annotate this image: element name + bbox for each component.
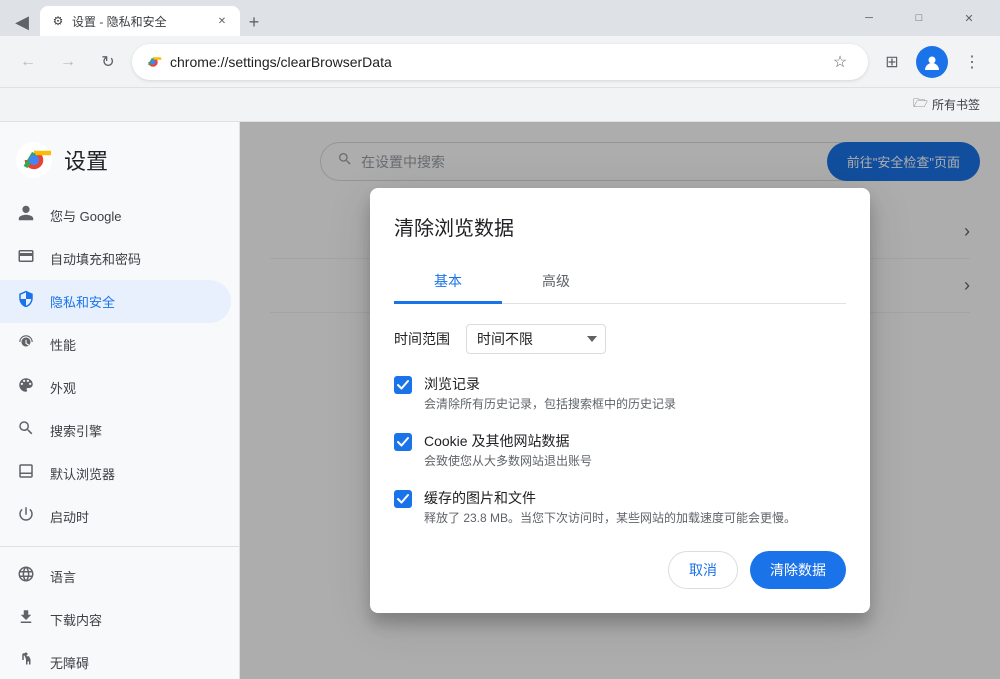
checkmark-icon	[397, 379, 409, 391]
person-icon	[16, 204, 36, 227]
address-input-wrap[interactable]: chrome://settings/clearBrowserData ☆	[132, 44, 868, 80]
address-right-icons: ☆	[824, 46, 856, 78]
page-content: 在设置中搜索 前往"安全检查"页面 › › 清除浏览数据	[240, 122, 1000, 679]
sidebar-label-privacy: 隐私和安全	[50, 292, 115, 311]
sidebar-label-startup: 启动时	[50, 507, 89, 526]
autofill-icon	[16, 247, 36, 270]
sidebar-item-accessibility[interactable]: 无障碍	[0, 641, 231, 679]
modal-title: 清除浏览数据	[394, 212, 846, 241]
bookmarks-label: 所有书签	[932, 96, 980, 113]
privacy-icon	[16, 290, 36, 313]
refresh-button[interactable]: ↻	[92, 46, 124, 78]
checkmark-icon-3	[397, 493, 409, 505]
tab-favicon: ⚙	[50, 13, 66, 29]
downloads-icon	[16, 608, 36, 631]
sidebar-label-google: 您与 Google	[50, 206, 122, 225]
language-icon	[16, 565, 36, 588]
chrome-logo	[16, 142, 52, 178]
sidebar-item-autofill[interactable]: 自动填充和密码	[0, 237, 231, 280]
clear-data-button[interactable]: 清除数据	[750, 551, 846, 589]
sidebar-label-performance: 性能	[50, 335, 76, 354]
sidebar: 设置 您与 Google 自动填充和密码 隐私和安全 性能	[0, 122, 240, 679]
sidebar-item-default-browser[interactable]: 默认浏览器	[0, 452, 231, 495]
cache-label: 缓存的图片和文件	[424, 488, 796, 508]
sidebar-label-downloads: 下载内容	[50, 610, 102, 629]
checkbox-cookies-check[interactable]	[394, 433, 412, 451]
sidebar-label-appearance: 外观	[50, 378, 76, 397]
back-button[interactable]: ←	[12, 46, 44, 78]
close-button[interactable]: ✕	[946, 3, 992, 33]
sidebar-item-downloads[interactable]: 下载内容	[0, 598, 231, 641]
active-tab[interactable]: ⚙ 设置 - 隐私和安全 ✕	[40, 6, 240, 36]
new-tab-button[interactable]: +	[240, 8, 268, 36]
chrome-logo-svg	[144, 53, 162, 71]
modal-tabs: 基本 高级	[394, 261, 846, 304]
cancel-button[interactable]: 取消	[668, 551, 738, 589]
sidebar-label-accessibility: 无障碍	[50, 653, 89, 672]
menu-icon[interactable]: ⋮	[956, 46, 988, 78]
bookmarks-bar: 🗁 所有书签	[0, 88, 1000, 122]
window-controls: ─ □ ✕	[846, 3, 992, 33]
new-tab-arrow[interactable]: ◀	[8, 8, 36, 36]
sidebar-item-search[interactable]: 搜索引擎	[0, 409, 231, 452]
cookies-desc: 会致使您从大多数网站退出账号	[424, 453, 592, 470]
modal-footer: 取消 清除数据	[394, 551, 846, 589]
startup-icon	[16, 505, 36, 528]
tab-close-button[interactable]: ✕	[214, 13, 230, 29]
accessibility-icon	[16, 651, 36, 674]
address-text: chrome://settings/clearBrowserData	[170, 54, 816, 70]
tab-title: 设置 - 隐私和安全	[72, 13, 208, 30]
browse-history-desc: 会清除所有历史记录，包括搜索框中的历史记录	[424, 396, 676, 413]
folder-icon: 🗁	[913, 94, 928, 115]
browser-icon	[16, 462, 36, 485]
performance-icon	[16, 333, 36, 356]
sidebar-item-language[interactable]: 语言	[0, 555, 231, 598]
browse-history-label: 浏览记录	[424, 374, 676, 394]
sidebar-item-startup[interactable]: 启动时	[0, 495, 231, 538]
checkmark-icon-2	[397, 436, 409, 448]
sidebar-divider	[0, 546, 239, 547]
checkbox-cookies: Cookie 及其他网站数据 会致使您从大多数网站退出账号	[394, 431, 846, 470]
time-range-label: 时间范围	[394, 329, 450, 349]
main-content: 设置 您与 Google 自动填充和密码 隐私和安全 性能	[0, 122, 1000, 679]
bookmarks-folder[interactable]: 🗁 所有书签	[905, 90, 988, 119]
clear-browsing-data-modal: 清除浏览数据 基本 高级 时间范围 过去1小时 过去24小时 过去7天 过去4周…	[370, 188, 870, 612]
profile-icon[interactable]	[916, 46, 948, 78]
time-range-row: 时间范围 过去1小时 过去24小时 过去7天 过去4周 时间不限	[394, 324, 846, 354]
forward-button[interactable]: →	[52, 46, 84, 78]
checkbox-cache-check[interactable]	[394, 490, 412, 508]
title-bar: ◀ ⚙ 设置 - 隐私和安全 ✕ + ─ □ ✕	[0, 0, 1000, 36]
cache-desc: 释放了 23.8 MB。当您下次访问时，某些网站的加载速度可能会更慢。	[424, 510, 796, 527]
checkbox-cache: 缓存的图片和文件 释放了 23.8 MB。当您下次访问时，某些网站的加载速度可能…	[394, 488, 846, 527]
chrome-favicon	[144, 53, 162, 71]
sidebar-label-autofill: 自动填充和密码	[50, 249, 141, 268]
extensions-icon[interactable]: ⊞	[876, 46, 908, 78]
minimize-button[interactable]: ─	[846, 3, 892, 33]
maximize-button[interactable]: □	[896, 3, 942, 33]
checkbox-browse-history: 浏览记录 会清除所有历史记录，包括搜索框中的历史记录	[394, 374, 846, 413]
sidebar-item-google[interactable]: 您与 Google	[0, 194, 231, 237]
modal-overlay: 清除浏览数据 基本 高级 时间范围 过去1小时 过去24小时 过去7天 过去4周…	[240, 122, 1000, 679]
bookmark-icon[interactable]: ☆	[824, 46, 856, 78]
sidebar-logo-text: 设置	[64, 144, 108, 176]
cookies-label: Cookie 及其他网站数据	[424, 431, 592, 451]
sidebar-item-appearance[interactable]: 外观	[0, 366, 231, 409]
tab-advanced[interactable]: 高级	[502, 261, 610, 304]
tab-basic[interactable]: 基本	[394, 261, 502, 304]
appearance-icon	[16, 376, 36, 399]
search-icon	[16, 419, 36, 442]
time-range-select[interactable]: 过去1小时 过去24小时 过去7天 过去4周 时间不限	[466, 324, 606, 354]
sidebar-item-privacy[interactable]: 隐私和安全	[0, 280, 231, 323]
sidebar-label-search: 搜索引擎	[50, 421, 102, 440]
sidebar-label-language: 语言	[50, 567, 76, 586]
sidebar-logo: 设置	[0, 134, 239, 194]
sidebar-item-performance[interactable]: 性能	[0, 323, 231, 366]
sidebar-label-default-browser: 默认浏览器	[50, 464, 115, 483]
address-bar: ← → ↻ chrome://settings/clearBrowserData…	[0, 36, 1000, 88]
checkbox-browse-history-check[interactable]	[394, 376, 412, 394]
tab-area: ◀ ⚙ 设置 - 隐私和安全 ✕ +	[8, 0, 846, 36]
